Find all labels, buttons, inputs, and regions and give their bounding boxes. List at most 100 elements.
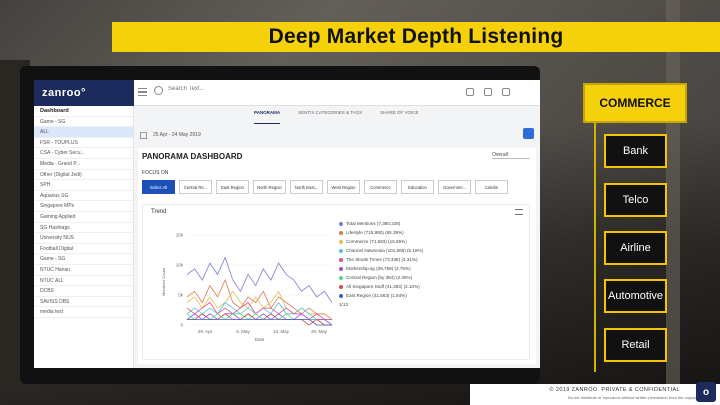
user-icon[interactable] (502, 88, 510, 96)
sidebar-item[interactable]: media test (34, 307, 133, 318)
trend-title: Trend (151, 209, 167, 215)
search-input[interactable] (168, 86, 248, 92)
legend-label: Mothership.sg (39,758) (2.75%) (346, 266, 411, 271)
bell-icon[interactable] (484, 88, 492, 96)
legend-item[interactable]: Lifestyle (715,880) (65.39%) (339, 228, 423, 237)
focus-buttons: Select All Central Re... East Region North … (142, 180, 508, 194)
legend-dot (339, 230, 343, 235)
sidebar-item[interactable]: Media - Grand P... (34, 159, 133, 170)
focus-button[interactable]: Select All (142, 180, 175, 194)
y-tick-label: 0 (180, 323, 183, 328)
legend-item[interactable]: The Straits Times (73,338) (3.31%) (339, 255, 423, 264)
focus-button[interactable]: West Region (327, 180, 360, 194)
legend-dot (339, 248, 343, 253)
y-axis-label: Mentions Count (161, 267, 166, 296)
focus-label: FOCUS ON (142, 170, 169, 176)
legend-dot (339, 284, 343, 289)
tab-panorama[interactable]: PANORAMA (254, 110, 281, 124)
sidebar-item[interactable]: SG Hashtags (34, 223, 133, 234)
legend-pager[interactable]: 1/13 (339, 300, 423, 309)
tab-share-of-voice[interactable]: SHARE OF VOICE (380, 110, 418, 124)
legend-item[interactable]: Commerce (71,583) (15.55%) (339, 237, 423, 246)
focus-button[interactable]: Celebs (475, 180, 508, 194)
sidebar-item[interactable]: Gaming Applied (34, 212, 133, 223)
app-screen: zanroo° DashboardGame - SGALLFSR - TOUPL… (34, 80, 540, 368)
legend-dot (339, 239, 343, 244)
diagram-node-telco: Telco (604, 183, 667, 217)
y-tick-label: 15k (176, 233, 184, 238)
sidebar-item[interactable]: Singapore MPs (34, 201, 133, 212)
legend-item[interactable]: Mothership.sg (39,758) (2.75%) (339, 264, 423, 273)
calendar-icon[interactable] (140, 131, 147, 139)
trend-card: Trend 15k 10k 5k 0 Mentions Count 29. Apr 6. M… (142, 204, 530, 360)
download-button[interactable] (523, 128, 534, 139)
sidebar-item[interactable]: Football Digital (34, 244, 133, 255)
slide-title-bar: Deep Market Depth Listening (112, 22, 720, 52)
sidebar-item[interactable]: Other (Digital Jedi) (34, 170, 133, 181)
top-bar: zanroo° (34, 80, 540, 106)
focus-button[interactable]: Governme... (438, 180, 471, 194)
sidebar-item[interactable]: Game - SG (34, 254, 133, 265)
focus-button[interactable]: East Region (216, 180, 249, 194)
diagram-node-airline: Airline (604, 231, 667, 265)
sidebar-item[interactable]: CSA - Cyber Secu... (34, 148, 133, 159)
legend-item[interactable]: Channel NewsAsia (101,868) (5.18%) (339, 246, 423, 255)
y-tick-label: 5k (178, 293, 184, 298)
legend-item[interactable]: Central Region (by 354) (2.35%) (339, 273, 423, 282)
y-tick-label: 10k (176, 263, 184, 268)
legend-dot (339, 275, 343, 280)
app-logo[interactable]: zanroo° (34, 80, 134, 106)
legend-label: Total Mentions (7,380,239) (346, 221, 401, 226)
legend-item[interactable]: East Region (41,563) (1.84%) (339, 291, 423, 300)
x-tick-label: 13. May (273, 329, 290, 334)
sidebar-item[interactable]: SPH (34, 180, 133, 191)
legend-item[interactable]: All Singapore Stuff (41,363) (2.10%) (339, 282, 423, 291)
sidebar-item[interactable]: SAVISS DBS (34, 297, 133, 308)
overall-select[interactable]: Overall (492, 152, 530, 159)
zanroo-logo-icon: o (696, 382, 716, 402)
sidebar-item[interactable]: Dashboard (34, 106, 133, 117)
series-line[interactable] (186, 290, 332, 320)
x-axis-label: Date (255, 337, 265, 342)
sidebar-item[interactable]: DCBS (34, 286, 133, 297)
focus-button[interactable]: North Region (253, 180, 286, 194)
diagram-root-commerce: COMMERCE (583, 83, 687, 123)
legend-label: All Singapore Stuff (41,363) (2.10%) (346, 284, 420, 289)
background-pillar (666, 0, 680, 405)
series-line[interactable] (186, 256, 333, 303)
sidebar-item[interactable]: NTUC ALL (34, 276, 133, 287)
hamburger-menu-icon[interactable] (138, 88, 147, 96)
chart-menu-icon[interactable] (515, 209, 523, 215)
sidebar-item[interactable]: ALL (34, 127, 133, 138)
footer-disclaimer: Do not distribute or reproduce without w… (567, 395, 714, 400)
date-row: 25 Apr - 24 May 2019 (140, 128, 534, 142)
tabs: PANORAMA SENTIX CATEGORIES & TAGS SHARE … (134, 110, 540, 124)
footer: © 2019 ZANROO. PRIVATE & CONFIDENTIAL Do… (470, 382, 720, 405)
sidebar-item[interactable]: NTUC Harian (34, 265, 133, 276)
legend-item[interactable]: Total Mentions (7,380,239) (339, 219, 423, 228)
sidebar-item[interactable]: FSR - TOUPLUS (34, 138, 133, 149)
diagram-node-automotive: Automotive (604, 279, 667, 313)
tab-sentix-categories[interactable]: SENTIX CATEGORIES & TAGS (298, 110, 362, 124)
focus-button[interactable]: Commerce (364, 180, 397, 194)
main-content: PANORAMA SENTIX CATEGORIES & TAGS SHARE … (134, 106, 540, 368)
legend-label: The Straits Times (73,338) (3.31%) (346, 257, 418, 262)
legend-label: Channel NewsAsia (101,868) (5.18%) (346, 248, 424, 253)
diagram-connector (594, 112, 596, 372)
focus-button[interactable]: Education (401, 180, 434, 194)
search-icon (154, 86, 163, 95)
slide-title: Deep Market Depth Listening (268, 25, 564, 48)
legend-dot (339, 257, 343, 262)
grid-icon[interactable] (466, 88, 474, 96)
x-tick-label: 6. May (236, 329, 250, 334)
legend-dot (339, 293, 343, 298)
sidebar-item[interactable]: Game - SG (34, 117, 133, 128)
date-range[interactable]: 25 Apr - 24 May 2019 (153, 132, 201, 138)
top-icons (466, 88, 510, 96)
sidebar-item[interactable]: Aquarius SG (34, 191, 133, 202)
footer-copyright: © 2019 ZANROO. PRIVATE & CONFIDENTIAL (549, 387, 680, 393)
legend-dot (339, 221, 343, 226)
focus-button[interactable]: Central Re... (179, 180, 212, 194)
focus-button[interactable]: North East... (290, 180, 323, 194)
sidebar-item[interactable]: University NUS (34, 233, 133, 244)
